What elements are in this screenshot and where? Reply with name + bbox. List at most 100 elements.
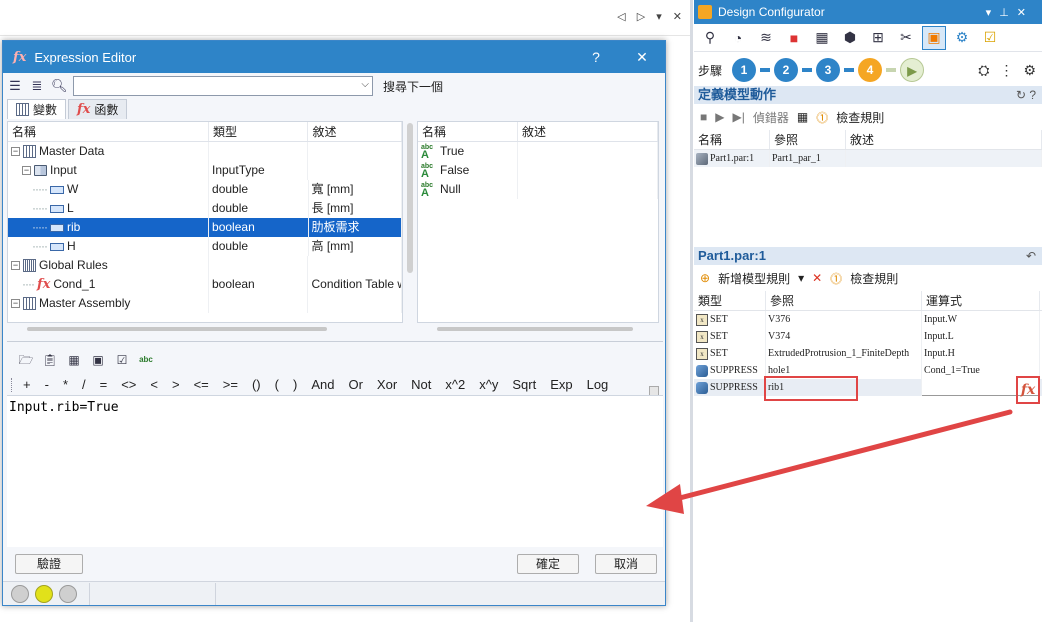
panel-window-controls[interactable]: ▾⊥✕ [986,6,1034,19]
close-button[interactable]: ✕ [619,49,665,66]
list-item[interactable]: abc A False [418,161,658,180]
operator-button[interactable]: - [38,375,56,395]
operator-button[interactable]: <> [114,375,143,395]
table-row[interactable]: ···· fx Cond_1 boolean Condition Table w [8,275,402,294]
operator-button[interactable]: <= [187,375,216,395]
step-3[interactable]: 3 [816,58,841,82]
validate-button[interactable]: 驗證 [15,554,83,574]
grid-icon[interactable]: ▦ [810,26,834,50]
operator-button[interactable]: / [75,375,93,395]
undo-icon[interactable]: ↶ [1026,247,1036,265]
chevron-down-icon[interactable]: ▾ [798,271,804,285]
operator-button[interactable]: = [93,375,115,395]
link-icon[interactable]: ⚲ [698,26,722,50]
stop-icon[interactable]: ■ [700,110,707,124]
table-icon[interactable]: ▦ [65,351,83,369]
tab-variables[interactable]: 變數 [7,99,67,119]
refresh-icon[interactable]: ↻ ? [1016,86,1036,104]
table-row-selected[interactable]: SUPPRESS rib1 [694,379,1042,396]
table-row[interactable]: SUPPRESS hole1 Cond_1=True [694,362,1042,379]
operator-button[interactable]: Sqrt [505,375,543,395]
play-step-icon[interactable]: ▶ [900,58,925,82]
collapse-icon[interactable]: − [11,261,20,270]
tree-options-icon[interactable]: ⋮ [999,62,1013,79]
chevron-down-icon[interactable]: ⌵ [361,79,369,90]
list-view-icon[interactable]: ☰ [7,78,23,94]
operator-button[interactable]: Log [580,375,616,395]
panel-titlebar[interactable]: Design Configurator ▾⊥✕ [694,0,1042,24]
col-desc[interactable]: 敘述 [846,130,1042,149]
col-ref[interactable]: 參照 [770,130,846,149]
operator-button[interactable]: Xor [370,375,404,395]
paste-icon[interactable]: 📋︎ [41,351,59,369]
delete-icon[interactable]: ✕ [812,271,822,285]
palette-icon[interactable]: ■ [782,26,806,50]
expression-textarea[interactable]: Input.rib=True [7,395,663,547]
vertical-scrollbar[interactable] [407,123,413,273]
col-type[interactable]: 類型 [209,122,309,141]
help-button[interactable]: ? [573,49,619,65]
dialog-titlebar[interactable]: fx Expression Editor ? ✕ [3,41,665,73]
table-row[interactable]: ····· H double 高 [mm] [8,237,402,256]
operator-button[interactable]: ) [286,375,304,395]
col-desc[interactable]: 敘述 [518,122,658,141]
gear-icon[interactable]: ⚙ [1023,62,1036,79]
table-row[interactable]: − Master Data [8,142,402,161]
operator-button[interactable]: x^2 [438,375,472,395]
col-ref[interactable]: 參照 [766,291,922,310]
checklist-icon[interactable]: ☑ [978,26,1002,50]
insert-variable-icon[interactable]: ▣ [89,351,107,369]
list-item[interactable]: abc A Null [418,180,658,199]
hierarchy-icon[interactable]: ⊞ [866,26,890,50]
col-expr[interactable]: 運算式 [922,291,1040,310]
operator-button[interactable]: Not [404,375,438,395]
horizontal-scrollbar[interactable] [437,327,633,331]
rules-icon[interactable]: ▣ [922,25,946,50]
list-item[interactable]: abc A True [418,142,658,161]
table-row[interactable]: − Master Assembly [8,294,402,313]
step-1[interactable]: 1 [732,58,757,82]
ok-button[interactable]: 確定 [517,554,579,574]
table-row[interactable]: ····· L double 長 [mm] [8,199,402,218]
search-input[interactable] [74,77,354,95]
cancel-button[interactable]: 取消 [595,554,657,574]
collapse-icon[interactable]: − [11,147,20,156]
add-model-rule-button[interactable]: 新增模型規則 [718,270,790,287]
col-name[interactable]: 名稱 [418,122,518,141]
operator-button[interactable]: Or [341,375,369,395]
host-nav-controls[interactable]: ◁ ▷ ▾ ✕ [617,10,686,23]
tools-icon[interactable]: ✂ [894,26,918,50]
operator-button[interactable]: < [143,375,165,395]
table-row[interactable]: x SET ExtrudedProtrusion_1_FiniteDepth In… [694,345,1042,362]
operator-button[interactable]: >= [216,375,245,395]
col-name[interactable]: 名稱 [8,122,209,141]
layers-icon[interactable]: ≋ [754,26,778,50]
open-folder-icon[interactable]: 🗁 [17,351,35,369]
step-2[interactable]: 2 [774,58,799,82]
abc-string-icon[interactable]: abc [137,351,155,369]
table-row[interactable]: Part1.par:1 Part1_par_1 [694,150,1042,167]
search-combo[interactable]: ⌵ [73,76,373,96]
col-desc[interactable]: 敘述 [308,122,402,141]
table-row-selected[interactable]: ····· rib boolean 肋板需求 [8,218,402,237]
col-name[interactable]: 名稱 [694,130,770,149]
detail-view-icon[interactable]: ≣ [29,78,45,94]
check-rules-button[interactable]: 檢查規則 [836,109,884,126]
table-row[interactable]: − Global Rules [8,256,402,275]
part-icon[interactable]: ⬢ [838,26,862,50]
add-rule-icon[interactable]: ⊕ [700,271,710,285]
table-row[interactable]: − Input InputType [8,161,402,180]
pane-splitter[interactable] [7,341,663,342]
operator-button[interactable]: + [16,375,38,395]
check-rules-button[interactable]: 檢查規則 [850,270,898,287]
operator-button[interactable]: () [245,375,268,395]
table-row[interactable]: ····· W double 寬 [mm] [8,180,402,199]
step-forward-icon[interactable]: ▶| [732,110,744,124]
table-row[interactable]: x SET V374 Input.L [694,328,1042,345]
play-icon[interactable]: ▶ [715,110,724,124]
operator-button[interactable]: x^y [472,375,505,395]
operator-button[interactable]: Exp [543,375,579,395]
collapse-icon[interactable]: − [11,299,20,308]
col-type[interactable]: 類型 [694,291,766,310]
step-4[interactable]: 4 [858,58,883,82]
